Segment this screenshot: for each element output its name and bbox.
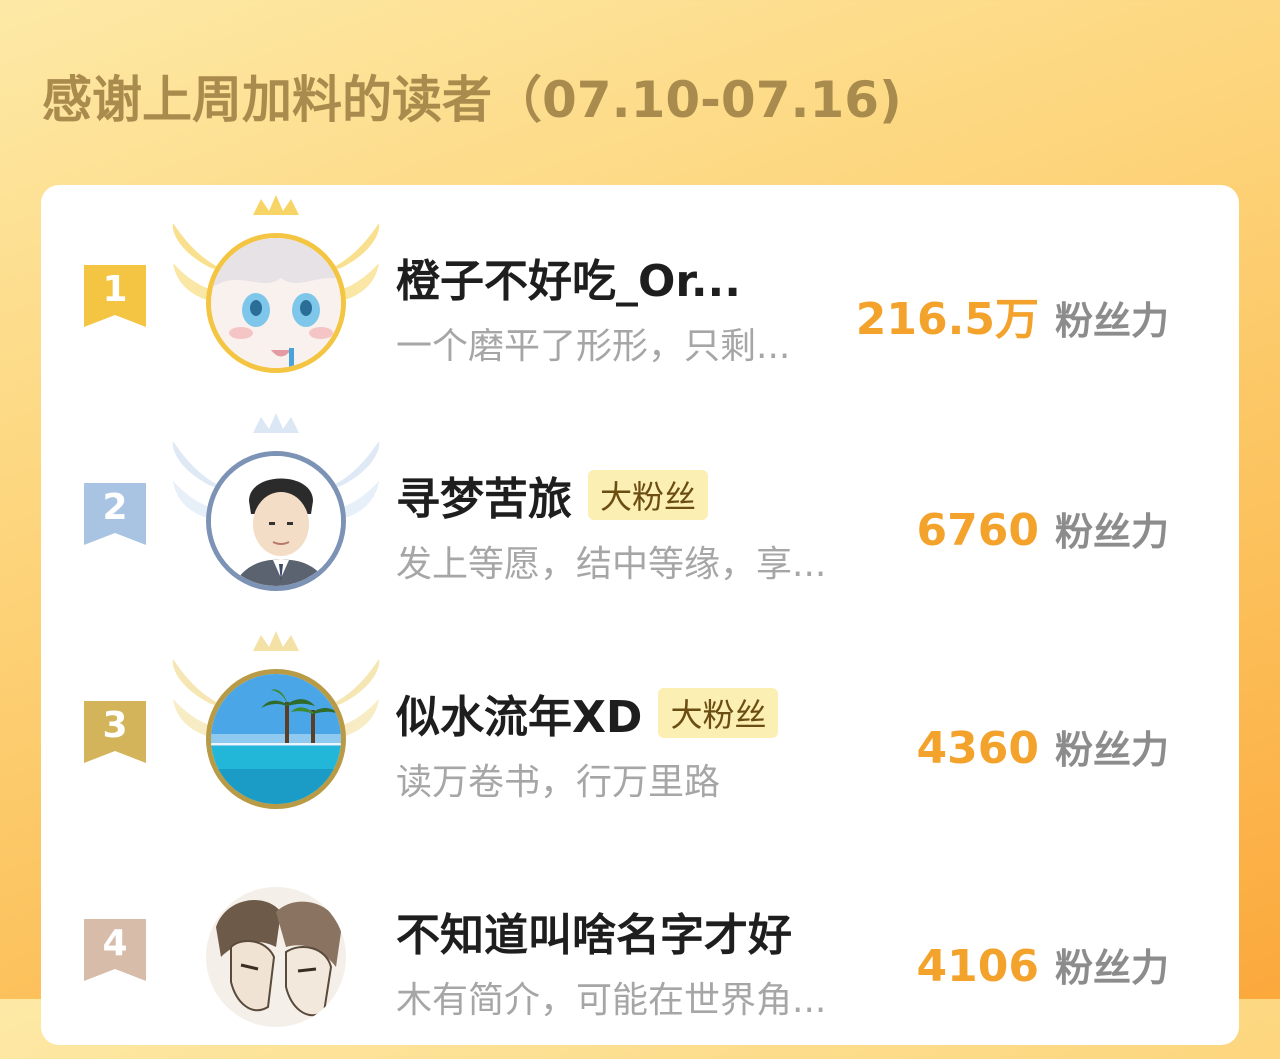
leaderboard-row-1[interactable]: 1 橙子不好吃_Or... 一个磨平了形形，只剩... 216.5万 粉丝力 — [41, 195, 1239, 405]
fan-power: 216.5万 粉丝力 — [856, 283, 1169, 347]
page-title: 感谢上周加料的读者（07.10-07.16) — [42, 71, 902, 129]
leaderboard-row-4[interactable]: 4 不知道叫啥名字才好 木有简介，可能在世界角... 4106 粉丝力 — [41, 859, 1239, 1059]
fan-power-label: 粉丝力 — [1054, 299, 1169, 343]
leaderboard-card: 1 橙子不好吃_Or... 一个磨平了形形，只剩... 216.5万 粉丝力 2… — [41, 185, 1239, 1045]
rank-number: 1 — [102, 269, 128, 310]
rank-ribbon-bronze: 3 — [84, 701, 146, 763]
avatar-frame — [171, 629, 381, 819]
fan-power-value: 6760 — [916, 505, 1039, 556]
rank-number: 3 — [102, 705, 128, 746]
suit-man-avatar[interactable] — [206, 451, 346, 591]
leaderboard-row-2[interactable]: 2 寻梦苦旅 大粉丝 发上等愿，结中等缘，享... 6760 粉丝力 — [41, 413, 1239, 623]
fan-power: 4360 粉丝力 — [917, 719, 1169, 774]
fan-power: 4106 粉丝力 — [917, 937, 1169, 992]
rank-number: 2 — [102, 487, 128, 528]
beach-pool-avatar[interactable] — [206, 669, 346, 809]
reader-bio: 一个磨平了形形，只剩... — [396, 326, 791, 367]
reader-name[interactable]: 不知道叫啥名字才好 — [396, 899, 792, 963]
reader-bio: 木有简介，可能在世界角... — [396, 980, 827, 1021]
rank-ribbon-fourth: 4 — [84, 919, 146, 981]
reader-bio: 读万卷书，行万里路 — [396, 762, 721, 803]
reader-name[interactable]: 似水流年XD — [396, 681, 642, 745]
leaderboard-row-3[interactable]: 3 似水流年XD 大粉丝 读万卷书，行万里路 4360 粉丝力 — [41, 631, 1239, 841]
fan-power-value: 4360 — [916, 723, 1039, 774]
fan-power-value: 4106 — [916, 941, 1039, 992]
reader-name[interactable]: 橙子不好吃_Or... — [396, 245, 741, 309]
rank-number: 4 — [102, 923, 128, 964]
fan-power-value: 216.5万 — [855, 294, 1039, 345]
fan-power-label: 粉丝力 — [1054, 728, 1169, 772]
avatar-frame — [171, 411, 381, 601]
rank-ribbon-silver: 2 — [84, 483, 146, 545]
anime-girl-avatar[interactable] — [206, 233, 346, 373]
reader-name[interactable]: 寻梦苦旅 — [396, 463, 572, 527]
big-fan-badge: 大粉丝 — [658, 688, 779, 738]
sketch-characters-avatar[interactable] — [206, 887, 346, 1027]
fan-power: 6760 粉丝力 — [917, 501, 1169, 556]
big-fan-badge: 大粉丝 — [588, 470, 709, 520]
avatar-frame — [171, 847, 381, 1037]
fan-power-label: 粉丝力 — [1054, 510, 1169, 554]
rank-ribbon-gold: 1 — [84, 265, 146, 327]
fan-power-label: 粉丝力 — [1054, 946, 1169, 990]
reader-bio: 发上等愿，结中等缘，享... — [396, 544, 827, 585]
avatar-frame — [171, 193, 381, 383]
